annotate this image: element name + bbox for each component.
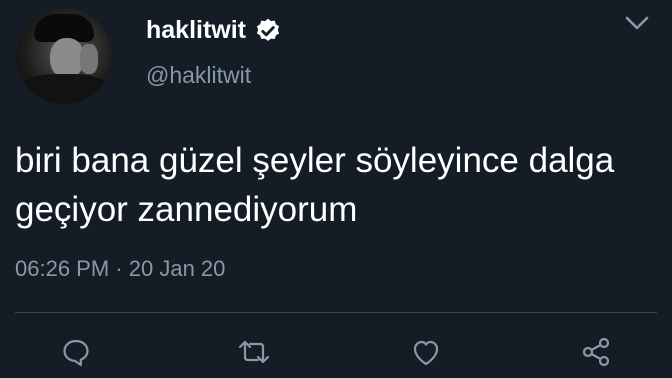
like-icon <box>413 340 439 366</box>
share-icon <box>582 337 610 367</box>
avatar-body <box>20 74 110 104</box>
tweet-date: 20 Jan 20 <box>128 256 226 281</box>
retweet-button[interactable] <box>230 334 278 370</box>
user-handle[interactable]: @haklitwit <box>146 62 251 89</box>
display-name[interactable]: haklitwit <box>146 16 246 45</box>
like-button[interactable] <box>408 334 444 370</box>
tweet-time: 06:26 PM <box>15 256 110 281</box>
avatar[interactable] <box>16 8 112 104</box>
tweet-text: biri bana güzel şeyler söyleyince dalga … <box>15 141 615 229</box>
reply-icon <box>63 339 89 367</box>
chevron-down-icon[interactable] <box>624 14 650 32</box>
meta-separator: · <box>115 256 123 281</box>
divider <box>15 312 657 313</box>
avatar-face <box>50 38 84 78</box>
reply-button[interactable] <box>58 334 94 370</box>
avatar-hand <box>80 44 98 74</box>
verified-badge-icon <box>254 17 282 45</box>
share-button[interactable] <box>578 334 614 370</box>
retweet-icon <box>238 340 270 364</box>
tweet-timestamp[interactable]: 06:26 PM · 20 Jan 20 <box>15 256 225 282</box>
display-name-row: haklitwit <box>146 16 282 45</box>
